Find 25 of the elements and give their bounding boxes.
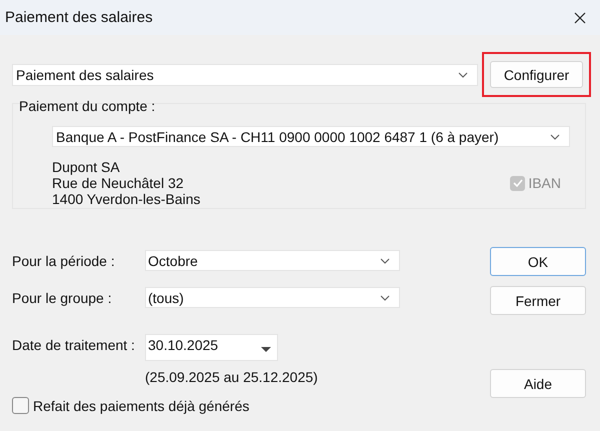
account-dropdown[interactable]: Banque A - PostFinance SA - CH11 0900 0000 1002 6487 1 (6 à payer) xyxy=(52,126,570,147)
dialog-button[interactable]: Aide xyxy=(490,369,586,398)
group-label: Paiement du compte : xyxy=(19,98,156,114)
date-range-text: (25.09.2025 au 25.12.2025) xyxy=(145,369,319,385)
chevron-icon xyxy=(380,258,390,264)
dialog-button[interactable]: OK xyxy=(490,247,586,276)
date-picker[interactable]: 30.10.2025 xyxy=(145,334,278,361)
address-line: 1400 Yverdon-les-Bains xyxy=(52,191,200,207)
chevron-icon xyxy=(550,134,560,140)
dialog-button[interactable]: Fermer xyxy=(490,286,586,315)
close-icon[interactable] xyxy=(574,12,586,24)
configure-button[interactable]: Configurer xyxy=(490,61,583,88)
field-label: Date de traitement : xyxy=(12,337,136,353)
dropdown[interactable]: (tous) xyxy=(145,287,400,308)
redo-checkbox[interactable]: Refait des paiements déjà générés xyxy=(12,397,490,414)
window-title: Paiement des salaires xyxy=(5,9,153,26)
chevron-icon xyxy=(380,294,390,300)
field-label: Pour le groupe : xyxy=(12,290,113,306)
address-line: Dupont SA xyxy=(52,159,121,175)
chevron-icon xyxy=(458,72,468,78)
caret-icon xyxy=(261,347,271,352)
address-line: Rue de Neuchâtel 32 xyxy=(52,175,185,191)
dropdown[interactable]: Octobre xyxy=(145,250,400,271)
payment-dropdown[interactable]: Paiement des salaires xyxy=(12,64,478,86)
field-label: Pour la période : xyxy=(12,252,116,268)
